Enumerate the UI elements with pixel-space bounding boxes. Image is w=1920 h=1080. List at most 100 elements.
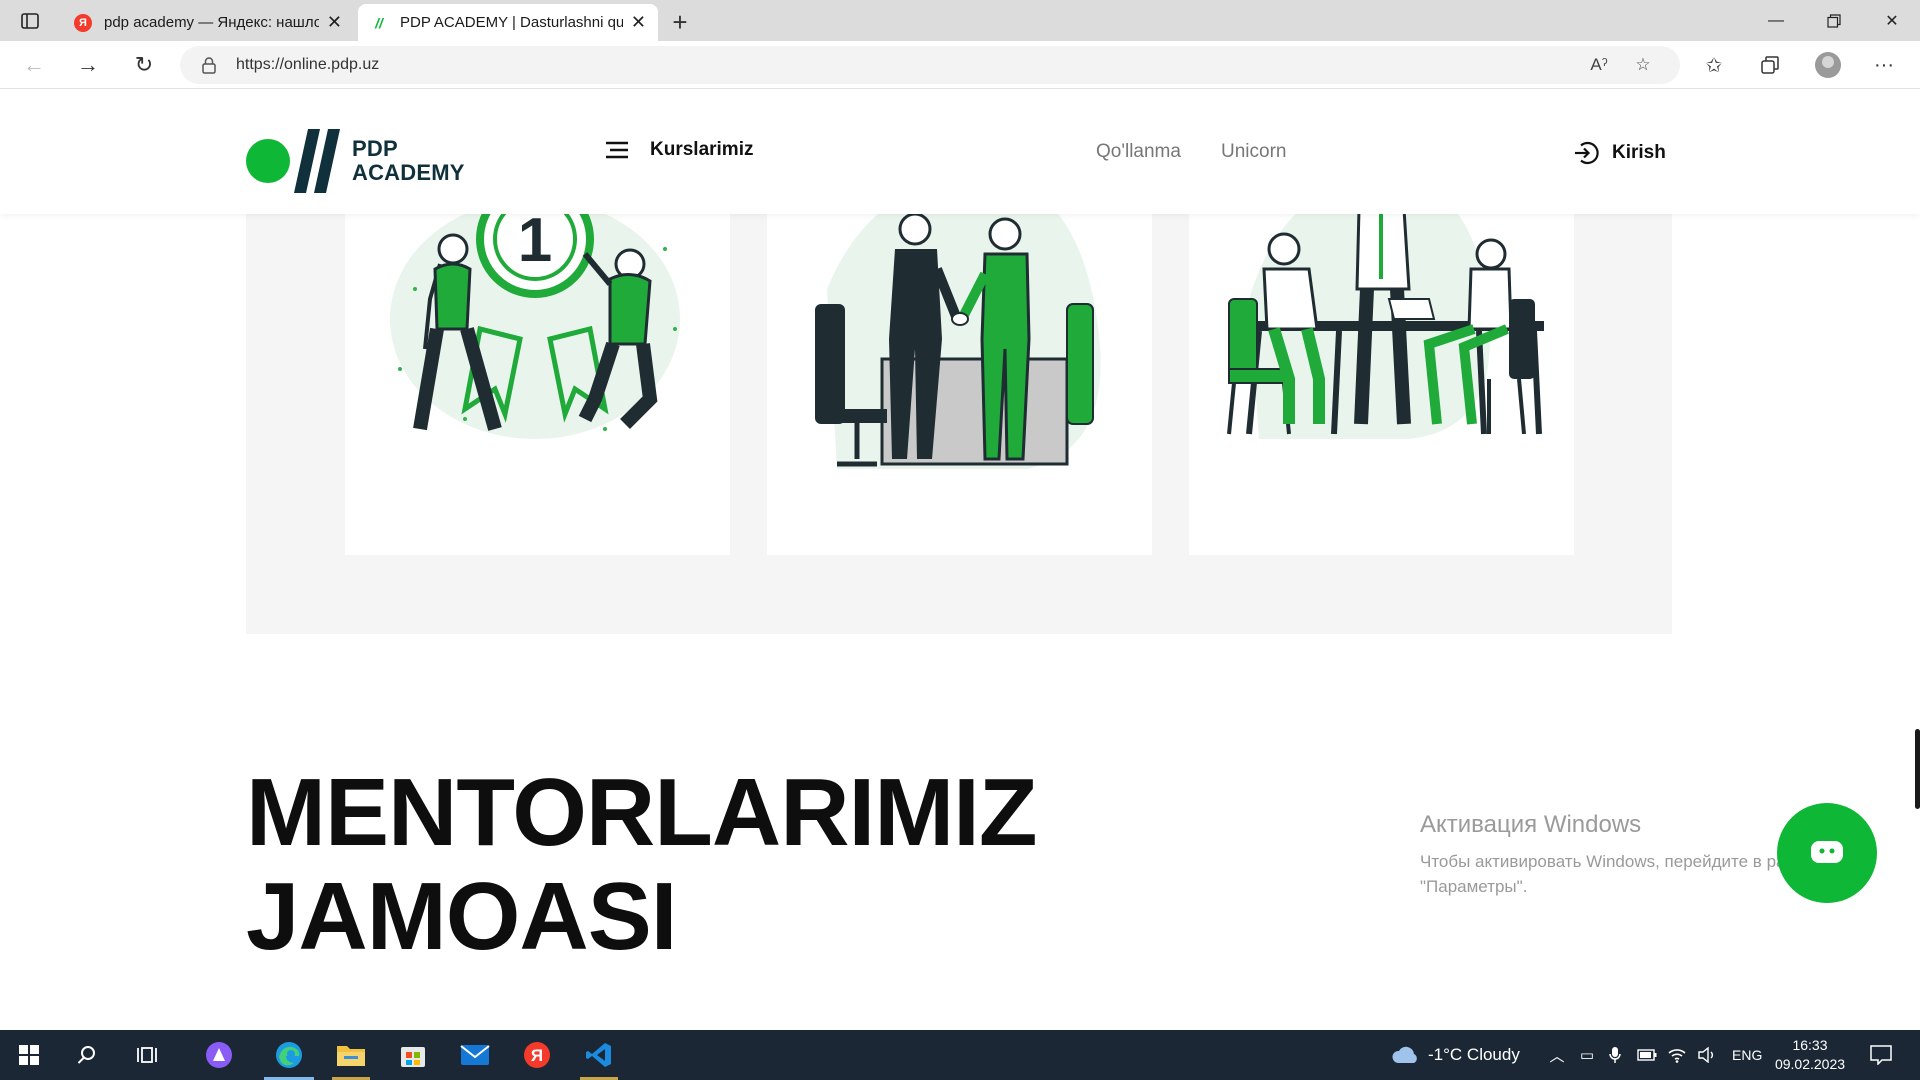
star-plus-icon: ☆ xyxy=(1635,55,1651,74)
weather-icon[interactable] xyxy=(1390,1044,1422,1066)
windows-taskbar: Я -1°C Cloudy ︿ ▭ ENG 16:33 09.02.2023 xyxy=(0,1030,1920,1080)
read-aloud-icon: Aˀ xyxy=(1590,55,1608,74)
minimize-icon: — xyxy=(1768,11,1784,29)
mail-icon xyxy=(460,1045,490,1065)
read-aloud-button[interactable]: Aˀ xyxy=(1580,46,1618,84)
logo-text: PDP ACADEMY xyxy=(352,137,465,185)
chat-widget-button[interactable] xyxy=(1777,803,1877,903)
microphone-icon[interactable] xyxy=(1604,1044,1626,1066)
taskbar-alice[interactable] xyxy=(190,1030,248,1080)
page-scrollbar-thumb[interactable] xyxy=(1915,729,1920,809)
taskbar-yandex-browser[interactable]: Я xyxy=(508,1030,566,1080)
battery-icon[interactable] xyxy=(1636,1044,1658,1066)
mentors-title-line1: MENTORLARIMIZ xyxy=(246,759,1037,866)
yandex-icon: Я xyxy=(524,1042,550,1068)
taskbar-vscode[interactable] xyxy=(570,1030,628,1080)
login-button[interactable]: Kirish xyxy=(1572,139,1666,167)
feature-card-awards: 1 xyxy=(345,169,730,555)
alice-icon xyxy=(206,1042,232,1068)
new-tab-button[interactable]: + xyxy=(664,6,696,38)
logo-text-line2: ACADEMY xyxy=(352,160,465,185)
forward-button[interactable]: → xyxy=(70,49,106,81)
plus-icon: + xyxy=(672,6,688,37)
system-clock[interactable]: 16:33 09.02.2023 xyxy=(1770,1036,1850,1074)
windows-activation-watermark: Активация Windows Чтобы активировать Win… xyxy=(1420,811,1821,899)
mentors-section-title: MENTORLARIMIZ JAMOASI xyxy=(246,759,1037,970)
collections-icon xyxy=(1761,56,1779,74)
notifications-icon[interactable] xyxy=(1868,1044,1894,1066)
svg-text:1: 1 xyxy=(518,206,552,275)
avatar xyxy=(1815,52,1841,78)
lock-icon xyxy=(202,57,216,74)
winners-illustration-icon: 1 xyxy=(390,180,680,439)
start-button[interactable] xyxy=(0,1030,58,1080)
url-text: https://online.pdp.uz xyxy=(236,56,380,73)
profile-button[interactable] xyxy=(1810,49,1846,81)
taskbar-microsoft-store[interactable] xyxy=(384,1030,442,1080)
taskbar-edge[interactable] xyxy=(260,1030,318,1080)
language-indicator[interactable]: ENG xyxy=(1732,1030,1762,1080)
logo-dot-icon xyxy=(246,139,290,183)
tab-actions-button[interactable] xyxy=(0,0,60,41)
wifi-icon[interactable] xyxy=(1666,1044,1688,1066)
close-icon: ✕ xyxy=(1885,12,1899,30)
close-window-button[interactable]: ✕ xyxy=(1864,0,1920,41)
meet-now-icon[interactable]: ▭ xyxy=(1576,1044,1598,1066)
refresh-icon: ↻ xyxy=(134,52,154,77)
more-icon: ··· xyxy=(1874,53,1894,76)
nav-link-guide[interactable]: Qo'llanma xyxy=(1096,141,1181,163)
windows-logo-icon xyxy=(19,1045,39,1065)
taskbar-mail[interactable] xyxy=(446,1030,504,1080)
task-view-icon xyxy=(137,1047,157,1063)
search-icon xyxy=(77,1046,95,1064)
logo-slashes-icon xyxy=(294,129,340,193)
tray-overflow-chevron-icon[interactable]: ︿ xyxy=(1546,1044,1568,1066)
minimize-button[interactable]: — xyxy=(1748,0,1804,41)
store-icon xyxy=(401,1047,425,1067)
address-field[interactable]: https://online.pdp.uz Aˀ ☆ xyxy=(180,46,1680,84)
yandex-favicon-icon: Я xyxy=(74,13,92,32)
tab-pdp-academy[interactable]: // PDP ACADEMY | Dasturlashni qulay ✕ xyxy=(358,4,658,41)
handshake-illustration-icon xyxy=(815,178,1101,469)
courses-menu-button[interactable]: Kurslarimiz xyxy=(606,139,753,161)
favorites-icon: ✩ xyxy=(1705,54,1723,77)
settings-more-button[interactable]: ··· xyxy=(1866,49,1902,81)
feature-card-partnership xyxy=(767,169,1152,555)
edge-icon xyxy=(276,1042,302,1068)
add-favorite-button[interactable]: ☆ xyxy=(1624,46,1662,84)
folder-icon xyxy=(337,1046,365,1066)
tab-yandex-search[interactable]: Я pdp academy — Яндекс: нашлось ✕ xyxy=(62,4,354,41)
activation-heading: Активация Windows xyxy=(1420,811,1642,838)
collections-button[interactable] xyxy=(1752,49,1788,81)
close-tab-icon[interactable]: ✕ xyxy=(327,12,342,33)
restore-button[interactable] xyxy=(1806,0,1862,41)
back-button[interactable]: ← xyxy=(16,49,52,81)
vscode-icon xyxy=(586,1043,611,1067)
courses-menu-label: Kurslarimiz xyxy=(650,139,754,160)
clock-date: 09.02.2023 xyxy=(1774,1056,1846,1072)
browser-toolbar: ← → ↻ https://online.pdp.uz Aˀ ☆ ✩ ··· xyxy=(0,41,1920,89)
mentors-title-line2: JAMOASI xyxy=(246,863,677,970)
arrow-left-icon: ← xyxy=(23,52,45,77)
hamburger-icon xyxy=(606,141,628,159)
chat-bubble-icon xyxy=(1811,841,1843,863)
task-view-button[interactable] xyxy=(118,1030,176,1080)
login-label: Kirish xyxy=(1612,142,1666,163)
weather-text[interactable]: -1°C Cloudy xyxy=(1428,1030,1520,1080)
clock-time: 16:33 xyxy=(1792,1037,1828,1053)
tab-title: pdp academy — Яндекс: нашлось xyxy=(104,14,319,31)
nav-link-unicorn[interactable]: Unicorn xyxy=(1221,141,1286,163)
feature-card-teamwork xyxy=(1189,169,1574,555)
refresh-button[interactable]: ↻ xyxy=(126,49,162,81)
volume-icon[interactable] xyxy=(1696,1044,1718,1066)
taskbar-file-explorer[interactable] xyxy=(322,1030,380,1080)
team-meeting-illustration-icon xyxy=(1227,172,1544,440)
site-logo[interactable]: PDP ACADEMY xyxy=(246,129,465,193)
pdp-favicon-icon: // xyxy=(375,14,383,31)
favorites-button[interactable]: ✩ xyxy=(1696,49,1732,81)
arrow-right-icon: → xyxy=(77,52,99,77)
login-icon xyxy=(1575,141,1599,165)
search-button[interactable] xyxy=(58,1030,116,1080)
close-tab-icon[interactable]: ✕ xyxy=(631,12,646,33)
tab-title: PDP ACADEMY | Dasturlashni qulay xyxy=(400,14,623,31)
